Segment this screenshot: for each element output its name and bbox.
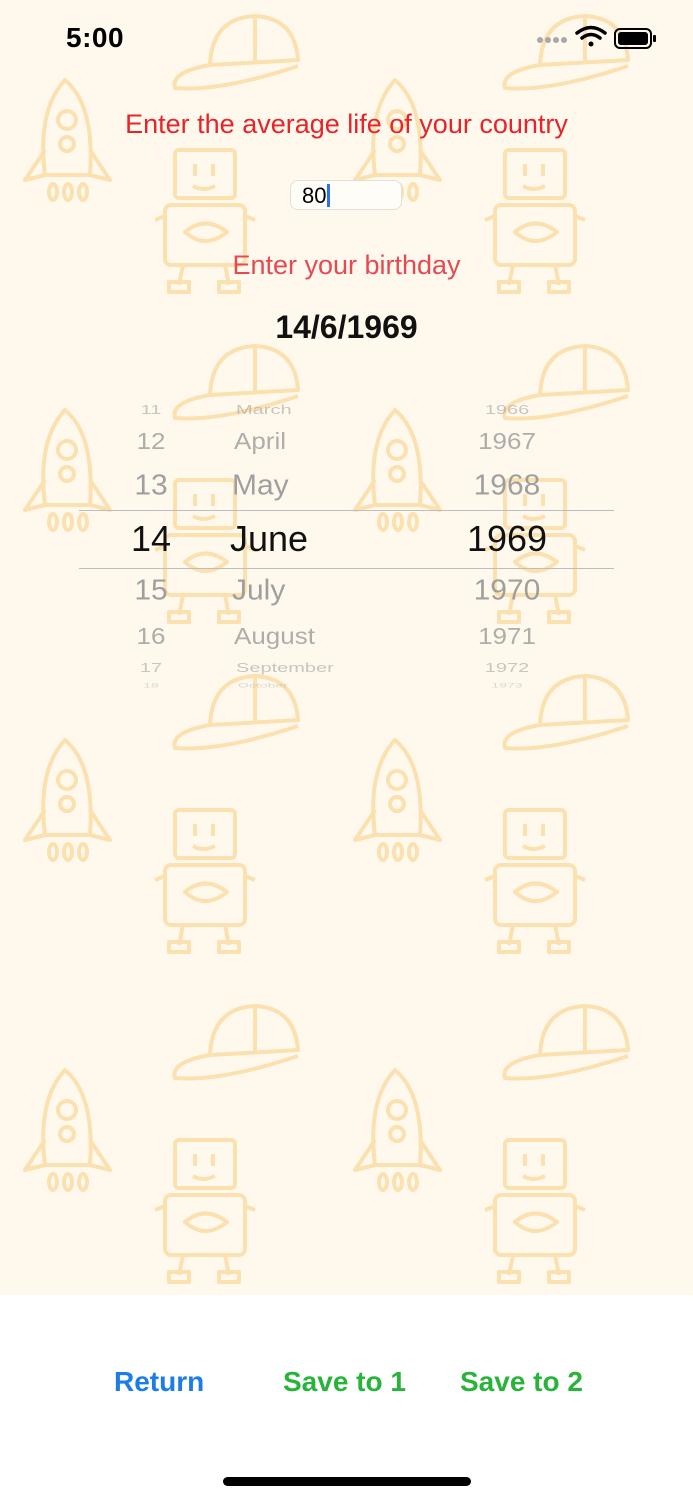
picker-day-option[interactable]: 15 xyxy=(134,575,167,608)
picker-day-option[interactable]: 16 xyxy=(137,623,166,650)
picker-year-option[interactable]: 1970 xyxy=(474,575,541,608)
picker-month-option[interactable]: April xyxy=(234,428,286,455)
birthday-prompt: Enter your birthday xyxy=(232,250,461,280)
cellular-dots-icon xyxy=(537,37,567,43)
picker-day-option[interactable]: 17 xyxy=(140,661,162,676)
return-button[interactable]: Return xyxy=(114,1366,204,1398)
battery-icon xyxy=(614,28,656,49)
picker-year-option[interactable]: 1967 xyxy=(478,428,536,455)
status-icons xyxy=(537,25,656,49)
picker-month-option[interactable]: September xyxy=(236,661,334,676)
life-prompt: Enter the average life of your country xyxy=(125,109,568,139)
text-cursor xyxy=(327,184,331,207)
picker-day-option[interactable]: 18 xyxy=(143,681,159,688)
picker-year-option[interactable]: 1972 xyxy=(485,661,530,676)
picker-year-option[interactable]: 1973 xyxy=(491,681,522,688)
picker-month-option[interactable]: June xyxy=(230,518,308,560)
picker-year-option[interactable]: 1966 xyxy=(485,403,530,418)
picker-day-option[interactable]: 11 xyxy=(141,403,162,418)
picker-selection-top-line xyxy=(79,510,614,511)
picker-month-option[interactable]: October xyxy=(238,681,288,688)
picker-month-option[interactable]: May xyxy=(232,470,289,503)
birthday-display: 14/6/1969 xyxy=(275,309,418,345)
picker-year-option[interactable]: 1969 xyxy=(467,518,547,560)
wifi-icon xyxy=(575,25,607,47)
picker-selection-bottom-line xyxy=(79,568,614,569)
save-to-2-button[interactable]: Save to 2 xyxy=(460,1366,583,1398)
picker-year-option[interactable]: 1971 xyxy=(478,623,536,650)
status-time: 5:00 xyxy=(66,22,125,53)
picker-month-option[interactable]: August xyxy=(234,623,315,650)
birthday-date-picker[interactable]: 101112131415161718 FebruaryMarchAprilMay… xyxy=(0,385,693,690)
life-expectancy-value: 80 xyxy=(302,183,327,208)
picker-month-option[interactable]: March xyxy=(236,403,292,418)
picker-month-option[interactable]: July xyxy=(232,575,285,608)
picker-day-option[interactable]: 13 xyxy=(134,470,167,503)
status-bar: 5:00 xyxy=(0,0,693,80)
save-to-1-button[interactable]: Save to 1 xyxy=(283,1366,406,1398)
picker-day-option[interactable]: 12 xyxy=(137,428,166,455)
home-indicator xyxy=(223,1477,471,1486)
picker-year-option[interactable]: 1968 xyxy=(474,470,541,503)
picker-day-option[interactable]: 14 xyxy=(131,518,171,560)
life-expectancy-input[interactable]: 80 xyxy=(290,180,402,210)
